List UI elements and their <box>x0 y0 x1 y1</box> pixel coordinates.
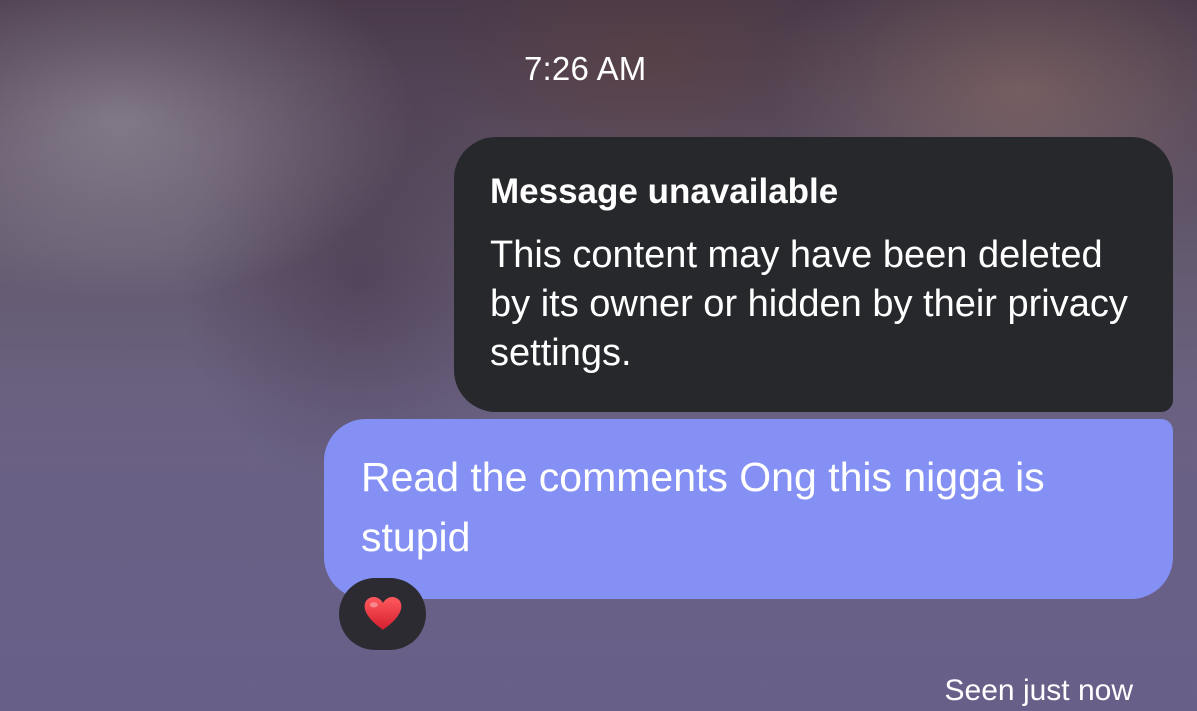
heart-icon <box>364 596 401 630</box>
message-reaction[interactable] <box>339 578 426 650</box>
unavailable-message-title: Message unavailable <box>490 172 839 211</box>
seen-status: Seen just now <box>944 674 1133 707</box>
unavailable-message-bubble[interactable]: Message unavailable This content may hav… <box>454 137 1173 412</box>
sent-message-bubble[interactable]: Read the comments Ong this nigga is stup… <box>324 419 1173 599</box>
message-timestamp: 7:26 AM <box>524 50 647 87</box>
sent-message-text: Read the comments Ong this nigga is stup… <box>361 454 1045 560</box>
chat-screen: 7:26 AM Message unavailable This content… <box>0 0 1197 711</box>
unavailable-message-body: This content may have been deleted by it… <box>490 234 1128 374</box>
